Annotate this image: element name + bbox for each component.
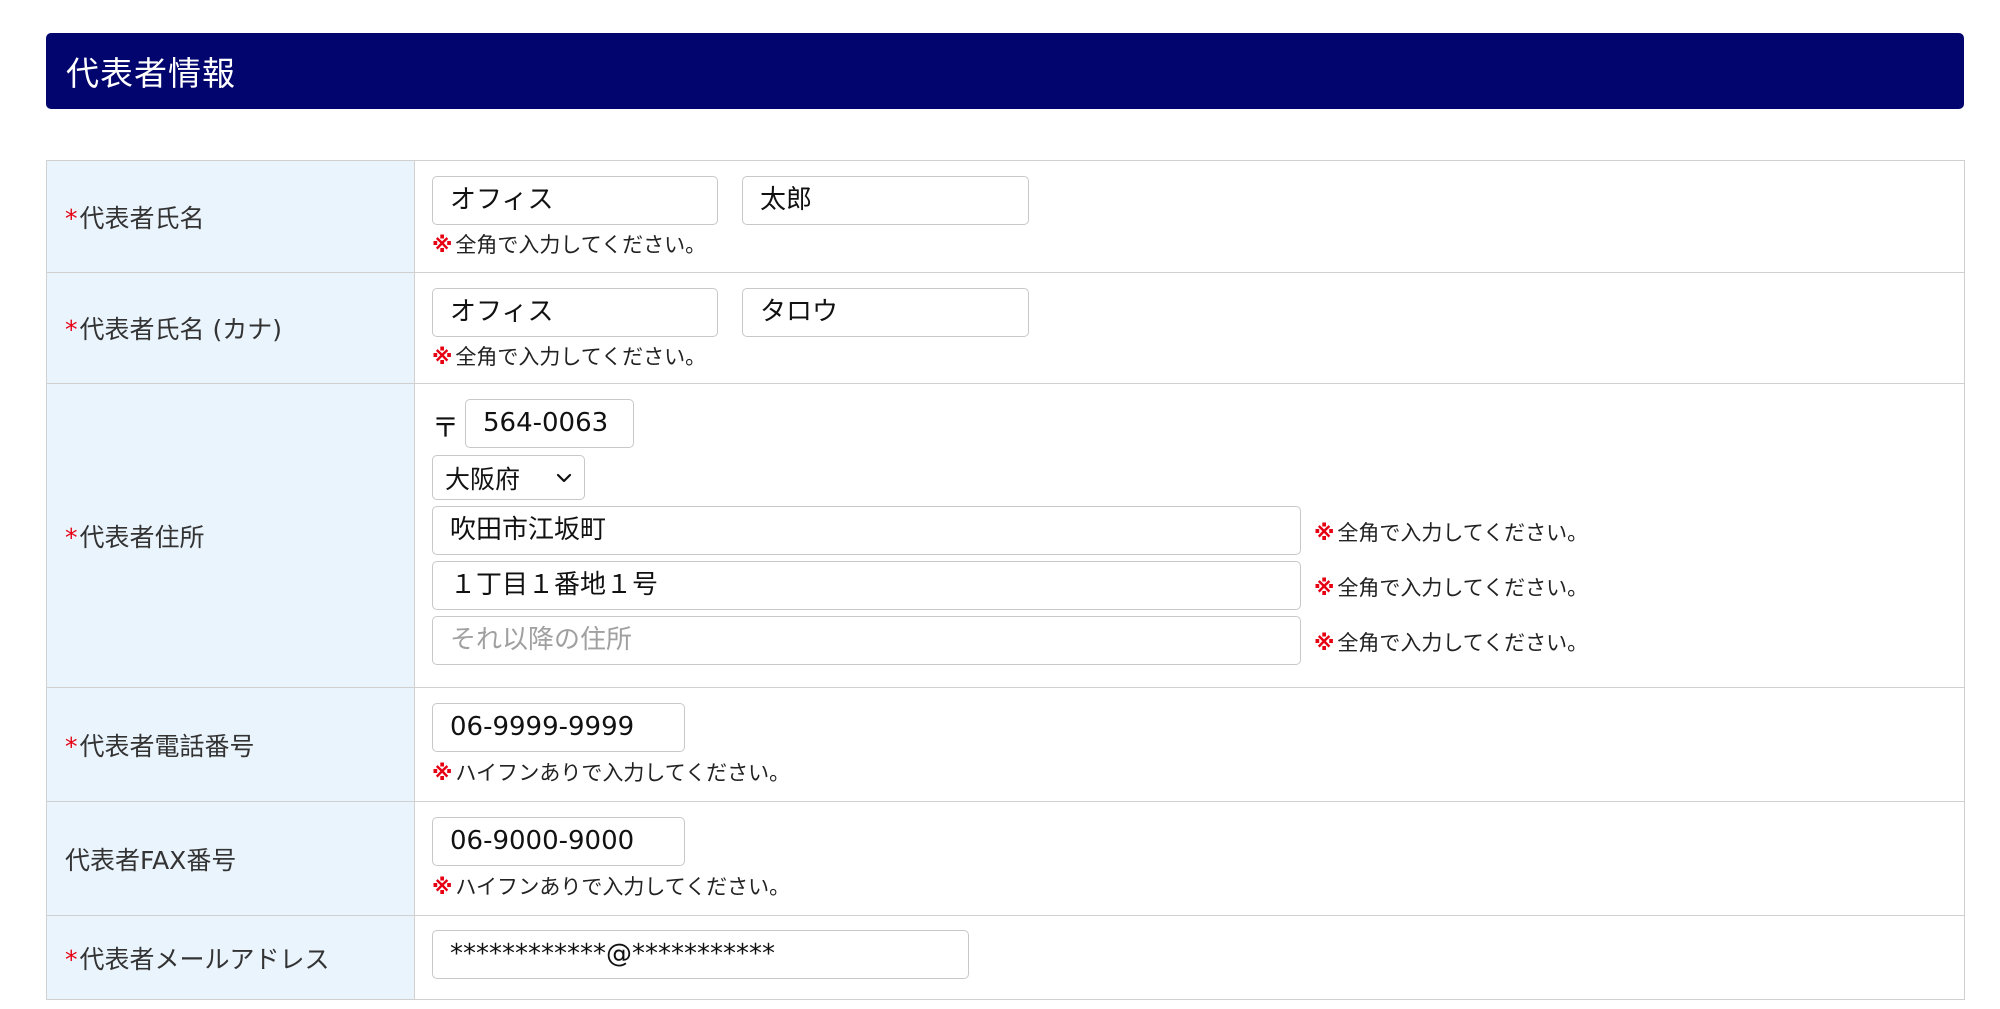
required-mark: * — [65, 203, 78, 233]
city-note: ※ 全角で入力してください。 — [1314, 521, 1589, 545]
form-row-phone: *代表者電話番号 06-9999-9999 ※ ハイフンありで入力してください。 — [46, 687, 1965, 802]
last-name-input[interactable]: オフィス — [432, 176, 718, 225]
required-mark: * — [65, 315, 78, 344]
chevron-down-icon — [556, 467, 572, 488]
field-cell-phone: 06-9999-9999 ※ ハイフンありで入力してください。 — [414, 687, 1965, 802]
label-kana: *代表者氏名 (カナ) — [65, 315, 282, 344]
building-note: ※ 全角で入力してください。 — [1314, 631, 1589, 655]
first-name-input[interactable]: 太郎 — [742, 176, 1029, 225]
name-note: ※ 全角で入力してください。 — [432, 233, 707, 257]
phone-input[interactable]: 06-9999-9999 — [432, 703, 685, 752]
label-cell-kana: *代表者氏名 (カナ) — [46, 272, 415, 384]
label-cell-email: *代表者メールアドレス — [46, 915, 415, 1000]
label-email: *代表者メールアドレス — [65, 944, 330, 974]
section-header: 代表者情報 — [46, 33, 1964, 109]
label-phone: *代表者電話番号 — [65, 731, 255, 761]
form-row-name: *代表者氏名 オフィス 太郎 ※ 全角で入力してください。 — [46, 160, 1965, 273]
last-name-kana-input[interactable]: オフィス — [432, 288, 718, 337]
kana-note: ※ 全角で入力してください。 — [432, 345, 707, 369]
first-name-kana-input[interactable]: タロウ — [742, 288, 1029, 337]
prefecture-value: 大阪府 — [445, 464, 521, 494]
postal-mark: 〒 — [432, 413, 459, 444]
representative-form: *代表者氏名 オフィス 太郎 ※ 全角で入力してください。 *代表者氏名 (カナ)… — [46, 160, 1965, 1000]
field-cell-kana: オフィス タロウ ※ 全角で入力してください。 — [414, 272, 1965, 384]
form-row-address: *代表者住所 〒 564-0063 大阪府 吹田市江坂町 ※ 全角で入力してくださ… — [46, 383, 1965, 688]
label-address: *代表者住所 — [65, 522, 205, 552]
label-cell-name: *代表者氏名 — [46, 160, 415, 273]
phone-note: ※ ハイフンありで入力してください。 — [432, 761, 791, 785]
fax-input[interactable]: 06-9000-9000 — [432, 817, 685, 866]
required-mark: * — [65, 731, 78, 761]
email-input[interactable]: ************@*********** — [432, 930, 969, 979]
label-cell-phone: *代表者電話番号 — [46, 687, 415, 802]
label-name: *代表者氏名 — [65, 203, 205, 233]
fax-note: ※ ハイフンありで入力してください。 — [432, 875, 791, 899]
street-input[interactable]: １丁目１番地１号 — [432, 561, 1301, 610]
city-input[interactable]: 吹田市江坂町 — [432, 506, 1301, 555]
field-cell-name: オフィス 太郎 ※ 全角で入力してください。 — [414, 160, 1965, 273]
field-cell-email: ************@*********** — [414, 915, 1965, 1000]
required-mark: * — [65, 944, 78, 974]
section-title: 代表者情報 — [66, 54, 236, 93]
label-cell-address: *代表者住所 — [46, 383, 415, 688]
building-input[interactable]: それ以降の住所 — [432, 616, 1301, 665]
label-cell-fax: 代表者FAX番号 — [46, 801, 415, 916]
label-fax: 代表者FAX番号 — [65, 845, 237, 875]
form-row-kana: *代表者氏名 (カナ) オフィス タロウ ※ 全角で入力してください。 — [46, 272, 1965, 384]
street-note: ※ 全角で入力してください。 — [1314, 576, 1589, 600]
form-row-fax: 代表者FAX番号 06-9000-9000 ※ ハイフンありで入力してください。 — [46, 801, 1965, 916]
field-cell-fax: 06-9000-9000 ※ ハイフンありで入力してください。 — [414, 801, 1965, 916]
prefecture-select[interactable]: 大阪府 — [432, 455, 585, 500]
postal-code-input[interactable]: 564-0063 — [465, 399, 634, 448]
required-mark: * — [65, 522, 78, 552]
form-row-email: *代表者メールアドレス ************@*********** — [46, 915, 1965, 1000]
field-cell-address: 〒 564-0063 大阪府 吹田市江坂町 ※ 全角で入力してください。 １丁目１… — [414, 383, 1965, 688]
